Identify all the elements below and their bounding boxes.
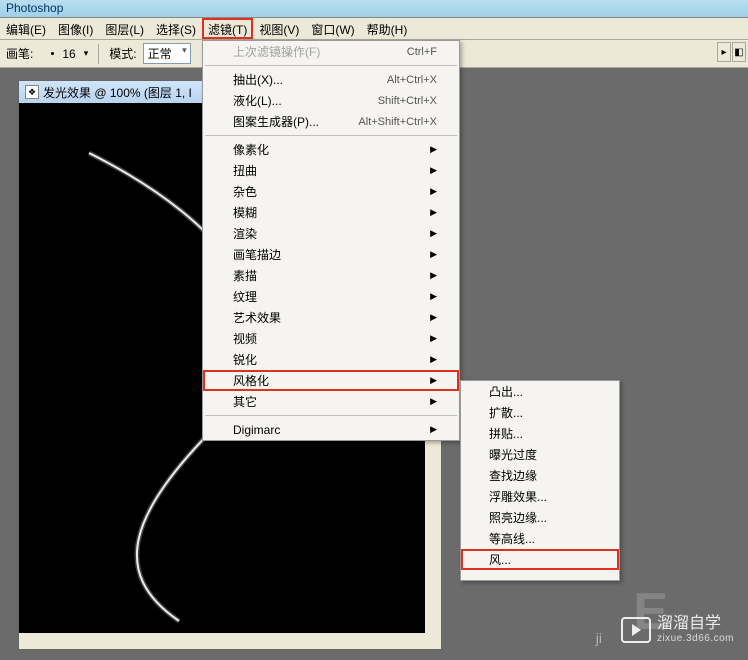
chevron-right-icon: ▶	[430, 249, 437, 260]
filter-brush-strokes[interactable]: 画笔描边▶	[203, 244, 459, 265]
filter-extract[interactable]: 抽出(X)...Alt+Ctrl+X	[203, 69, 459, 90]
chevron-right-icon: ▶	[430, 424, 437, 435]
toolbar-right-icons: ▸ ◧	[717, 42, 746, 62]
filter-pixelate[interactable]: 像素化▶	[203, 139, 459, 160]
watermark-ji: ji	[596, 630, 602, 646]
menu-separator	[205, 135, 457, 136]
menu-separator	[205, 415, 457, 416]
filter-other[interactable]: 其它▶	[203, 391, 459, 412]
filter-render[interactable]: 渲染▶	[203, 223, 459, 244]
chevron-right-icon: ▶	[430, 333, 437, 344]
filter-stylize[interactable]: 风格化▶	[203, 370, 459, 391]
brush-size-value[interactable]: 16	[60, 47, 77, 61]
filter-dropdown: 上次滤镜操作(F) Ctrl+F 抽出(X)...Alt+Ctrl+X 液化(L…	[202, 40, 460, 441]
stylize-find-edges[interactable]: 查找边缘	[461, 465, 619, 486]
menu-separator	[205, 65, 457, 66]
palette-well-icon[interactable]: ▸	[717, 42, 731, 62]
app-title: Photoshop	[6, 1, 63, 15]
menu-help[interactable]: 帮助(H)	[361, 18, 414, 39]
chevron-right-icon: ▶	[430, 207, 437, 218]
toolbar-separator	[98, 44, 99, 64]
filter-blur[interactable]: 模糊▶	[203, 202, 459, 223]
stylize-solarize[interactable]: 曝光过度	[461, 444, 619, 465]
filter-texture[interactable]: 纹理▶	[203, 286, 459, 307]
chevron-right-icon: ▶	[430, 270, 437, 281]
play-icon	[621, 617, 651, 643]
filter-last: 上次滤镜操作(F) Ctrl+F	[203, 41, 459, 62]
stylize-diffuse[interactable]: 扩散...	[461, 402, 619, 423]
menu-image[interactable]: 图像(I)	[52, 18, 99, 39]
brush-preview-icon	[51, 52, 54, 55]
filter-distort[interactable]: 扭曲▶	[203, 160, 459, 181]
watermark-brand: 溜溜自学	[657, 615, 734, 633]
filter-pattern-maker[interactable]: 图案生成器(P)...Alt+Shift+Ctrl+X	[203, 111, 459, 132]
chevron-right-icon: ▶	[430, 354, 437, 365]
app-titlebar: Photoshop	[0, 0, 748, 18]
mode-label: 模式:	[109, 45, 136, 62]
filter-digimarc[interactable]: Digimarc▶	[203, 419, 459, 440]
brush-label: 画笔:	[6, 45, 33, 62]
filter-liquify[interactable]: 液化(L)...Shift+Ctrl+X	[203, 90, 459, 111]
filter-artistic[interactable]: 艺术效果▶	[203, 307, 459, 328]
chevron-right-icon: ▶	[430, 165, 437, 176]
filter-sketch[interactable]: 素描▶	[203, 265, 459, 286]
menu-edit[interactable]: 编辑(E)	[0, 18, 52, 39]
brush-dropdown-icon[interactable]: ▾	[84, 48, 89, 59]
chevron-right-icon: ▶	[430, 228, 437, 239]
filter-sharpen[interactable]: 锐化▶	[203, 349, 459, 370]
chevron-right-icon: ▶	[430, 375, 437, 386]
chevron-right-icon: ▶	[430, 144, 437, 155]
chevron-right-icon: ▶	[430, 291, 437, 302]
menu-view[interactable]: 视图(V)	[253, 18, 305, 39]
chevron-right-icon: ▶	[430, 186, 437, 197]
document-icon: ❖	[25, 85, 39, 99]
menu-window[interactable]: 窗口(W)	[305, 18, 360, 39]
chevron-right-icon: ▶	[430, 396, 437, 407]
menu-filter[interactable]: 滤镜(T)	[202, 18, 253, 39]
stylize-glowing-edges[interactable]: 照亮边缘...	[461, 507, 619, 528]
menu-layer[interactable]: 图层(L)	[99, 18, 150, 39]
filter-noise[interactable]: 杂色▶	[203, 181, 459, 202]
stylize-tiles[interactable]: 拼贴...	[461, 423, 619, 444]
filter-video[interactable]: 视频▶	[203, 328, 459, 349]
chevron-right-icon: ▶	[430, 312, 437, 323]
menu-select[interactable]: 选择(S)	[150, 18, 202, 39]
menubar: 编辑(E) 图像(I) 图层(L) 选择(S) 滤镜(T) 视图(V) 窗口(W…	[0, 18, 748, 40]
mode-select[interactable]: 正常	[143, 43, 191, 64]
stylize-wind[interactable]: 风...	[461, 549, 619, 570]
stylize-trace-contour[interactable]: 等高线...	[461, 528, 619, 549]
watermark: 溜溜自学 zixue.3d66.com	[621, 615, 734, 644]
stylize-emboss[interactable]: 浮雕效果...	[461, 486, 619, 507]
stylize-submenu: 凸出... 扩散... 拼贴... 曝光过度 查找边缘 浮雕效果... 照亮边缘…	[460, 380, 620, 581]
watermark-url: zixue.3d66.com	[657, 633, 734, 644]
stylize-extrude[interactable]: 凸出...	[461, 381, 619, 402]
document-title: 发光效果 @ 100% (图层 1, I	[43, 84, 192, 101]
palette-toggle-icon[interactable]: ◧	[732, 42, 746, 62]
